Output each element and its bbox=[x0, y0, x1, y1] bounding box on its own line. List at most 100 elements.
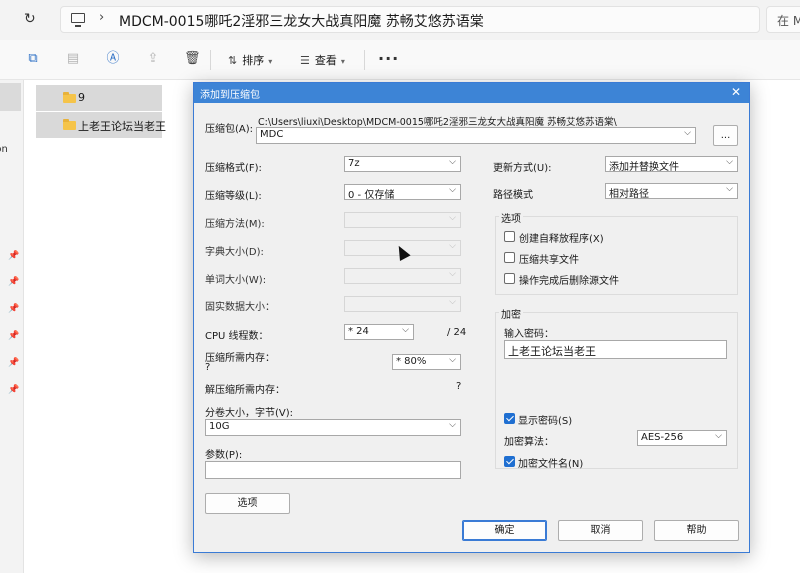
delete-after-label: 操作完成后删除源文件 bbox=[519, 276, 619, 287]
path-mode-label: 路径模式 bbox=[493, 190, 533, 201]
compress-memory-label: 压缩所需内存： bbox=[205, 353, 275, 364]
format-label: 压缩格式(F): bbox=[205, 163, 262, 174]
command-bar: ⧉ ▤ Ⓐ ⇪ 🗑 ⇅ 排序 ▾ ☰ 查看 ▾ ··· bbox=[0, 40, 800, 80]
computer-icon bbox=[71, 13, 85, 27]
word-size-label: 单词大小(W): bbox=[205, 275, 267, 286]
cancel-button[interactable]: 取消 bbox=[558, 520, 643, 541]
close-icon[interactable]: ✕ bbox=[731, 85, 741, 99]
paste-icon[interactable]: ▤ bbox=[66, 52, 80, 66]
folder-icon bbox=[63, 119, 76, 130]
options-group-title: 选项 bbox=[499, 210, 523, 225]
toolbar-divider bbox=[210, 50, 211, 70]
refresh-icon[interactable]: ↻ bbox=[24, 11, 36, 27]
help-button[interactable]: 帮助 bbox=[654, 520, 739, 541]
chevron-down-icon: ⌵ bbox=[449, 420, 456, 430]
decompress-memory-label: 解压缩所需内存： bbox=[205, 385, 285, 396]
pin-icon[interactable]: 📌 bbox=[8, 304, 19, 314]
method-label: 压缩方法(M): bbox=[205, 219, 265, 230]
view-button[interactable]: ☰ 查看 ▾ bbox=[300, 52, 345, 68]
sort-icon: ⇅ bbox=[228, 54, 238, 67]
cpu-threads-select[interactable]: * 24 ⌵ bbox=[344, 324, 414, 340]
pin-icon[interactable]: 📌 bbox=[8, 277, 19, 287]
show-password-label: 显示密码(S) bbox=[518, 416, 573, 427]
memory-usage-select[interactable]: * 80% ⌵ bbox=[392, 354, 461, 370]
update-mode-select[interactable]: 添加并替换文件 ⌵ bbox=[605, 156, 738, 173]
dialog-titlebar[interactable]: 添加到压缩包 ✕ bbox=[194, 83, 749, 103]
cpu-threads-max: / 24 bbox=[447, 327, 467, 338]
search-placeholder: 在 M bbox=[777, 14, 800, 28]
archive-name-field[interactable]: MDC ⌵ bbox=[256, 127, 696, 144]
chevron-right-icon[interactable]: › bbox=[99, 10, 104, 25]
pin-icon[interactable]: 📌 bbox=[8, 385, 19, 395]
solid-block-select: ⌵ bbox=[344, 296, 461, 312]
chevron-down-icon: ⌵ bbox=[449, 355, 456, 365]
pin-icon[interactable]: 📌 bbox=[8, 331, 19, 341]
chevron-down-icon: ⌵ bbox=[449, 157, 456, 167]
chevron-down-icon: ▾ bbox=[268, 57, 273, 66]
archive-label: 压缩包(A): bbox=[205, 124, 254, 135]
chevron-down-icon: ⌵ bbox=[726, 184, 733, 194]
toolbar-divider bbox=[364, 50, 365, 70]
chevron-down-icon: ⌵ bbox=[726, 157, 733, 167]
word-size-select: ⌵ bbox=[344, 268, 461, 284]
dictionary-label: 字典大小(D): bbox=[205, 247, 264, 258]
encrypt-names-label: 加密文件名(N) bbox=[518, 459, 584, 470]
chevron-down-icon: ⌵ bbox=[449, 269, 456, 279]
options-button[interactable]: 选项 bbox=[205, 493, 290, 514]
sfx-checkbox[interactable] bbox=[504, 231, 515, 242]
cpu-threads-label: CPU 线程数： bbox=[205, 331, 269, 342]
list-item[interactable]: 9 bbox=[36, 85, 162, 111]
delete-after-checkbox[interactable] bbox=[504, 273, 515, 284]
list-item[interactable]: 上老王论坛当老王 bbox=[36, 112, 166, 138]
path-box[interactable]: › MDCM-0015哪吒2淫邪三龙女大战真阳魔 苏畅艾悠苏语棠 bbox=[60, 6, 760, 33]
ok-button[interactable]: 确定 bbox=[462, 520, 547, 541]
chevron-down-icon: ⌵ bbox=[449, 241, 456, 251]
dialog-title: 添加到压缩包 bbox=[200, 90, 260, 101]
folder-name: 上老王论坛当老王 bbox=[78, 120, 166, 133]
password-label: 输入密码： bbox=[504, 329, 554, 340]
view-icon: ☰ bbox=[300, 54, 310, 67]
volume-size-label: 分卷大小，字节(V): bbox=[205, 408, 294, 419]
pin-icon[interactable]: 📌 bbox=[8, 358, 19, 368]
password-input[interactable]: 上老王论坛当老王 bbox=[504, 340, 727, 359]
update-mode-label: 更新方式(U): bbox=[493, 163, 552, 174]
folder-icon bbox=[63, 92, 76, 103]
more-options-button[interactable]: ··· bbox=[378, 49, 399, 68]
shared-files-checkbox[interactable] bbox=[504, 252, 515, 263]
copy-icon[interactable]: ⧉ bbox=[26, 52, 40, 66]
path-mode-select[interactable]: 相对路径 ⌵ bbox=[605, 183, 738, 200]
parameters-input[interactable] bbox=[205, 461, 461, 479]
sfx-label: 创建自释放程序(X) bbox=[519, 234, 604, 245]
shared-files-label: 压缩共享文件 bbox=[519, 255, 579, 266]
chevron-down-icon: ⌵ bbox=[449, 185, 456, 195]
nav-item-fragment[interactable]: rson bbox=[0, 144, 8, 155]
chevron-down-icon: ▾ bbox=[340, 57, 345, 66]
navigation-pane: rson 📌 📌 📌 📌 📌 📌 › › bbox=[0, 80, 24, 573]
delete-icon[interactable]: 🗑 bbox=[184, 52, 201, 66]
encryption-method-label: 加密算法： bbox=[504, 437, 554, 448]
chevron-down-icon: ⌵ bbox=[402, 325, 409, 335]
nav-selected-item[interactable] bbox=[0, 83, 21, 111]
level-label: 压缩等级(L): bbox=[205, 191, 262, 202]
chevron-down-icon: ⌵ bbox=[715, 431, 722, 441]
folder-name: 9 bbox=[78, 91, 85, 104]
current-path: MDCM-0015哪吒2淫邪三龙女大战真阳魔 苏畅艾悠苏语棠 bbox=[119, 14, 484, 30]
decompress-memory-value: ? bbox=[456, 381, 462, 392]
rename-icon[interactable]: Ⓐ bbox=[106, 52, 120, 66]
encrypt-names-checkbox[interactable] bbox=[504, 456, 515, 467]
method-select: ⌵ bbox=[344, 212, 461, 228]
share-icon[interactable]: ⇪ bbox=[146, 52, 160, 66]
level-select[interactable]: 0 - 仅存储 ⌵ bbox=[344, 184, 461, 201]
chevron-down-icon: ⌵ bbox=[449, 213, 456, 223]
format-select[interactable]: 7z ⌵ bbox=[344, 156, 461, 172]
solid-block-label: 固实数据大小： bbox=[205, 302, 275, 313]
encryption-group-title: 加密 bbox=[499, 306, 523, 321]
chevron-down-icon[interactable]: ⌵ bbox=[684, 128, 691, 138]
volume-size-select[interactable]: 10G ⌵ bbox=[205, 419, 461, 436]
search-input[interactable]: 在 M bbox=[766, 6, 800, 33]
sort-button[interactable]: ⇅ 排序 ▾ bbox=[228, 52, 272, 68]
pin-icon[interactable]: 📌 bbox=[8, 251, 19, 261]
browse-button[interactable]: ... bbox=[713, 125, 738, 146]
show-password-checkbox[interactable] bbox=[504, 413, 515, 424]
encryption-method-select[interactable]: AES-256 ⌵ bbox=[637, 430, 727, 446]
